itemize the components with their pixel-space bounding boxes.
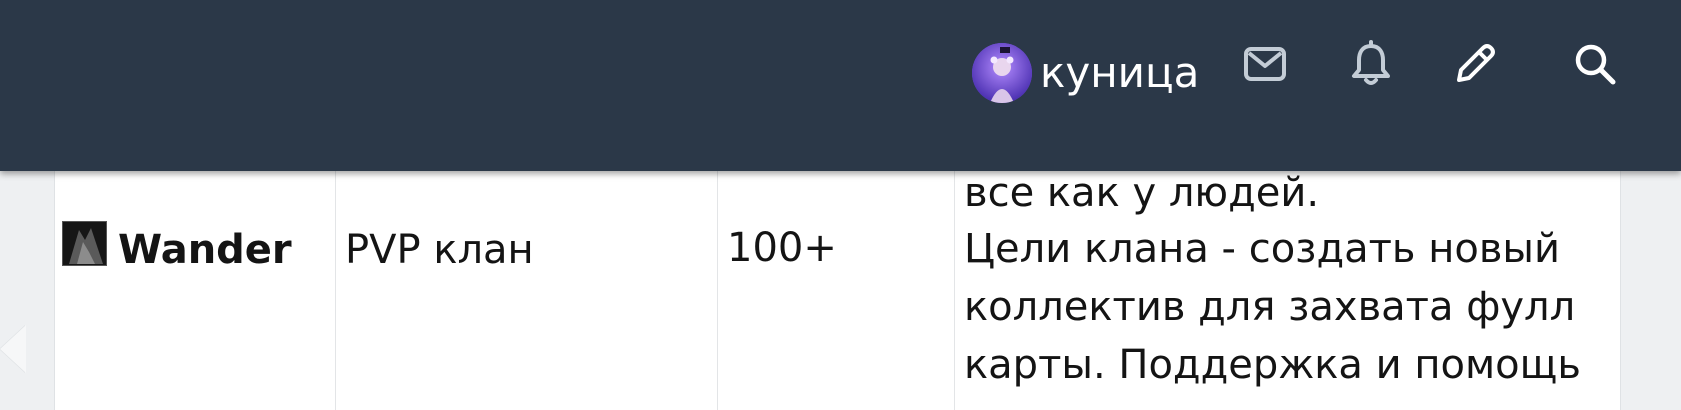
- clan-members-count: 100+: [727, 225, 837, 271]
- username[interactable]: куница: [1040, 43, 1199, 103]
- description-line: все как у людей.: [964, 170, 1320, 216]
- envelope-icon[interactable]: [1241, 40, 1289, 88]
- description-line: Цели клана - создать новый: [964, 226, 1560, 272]
- search-icon[interactable]: [1571, 40, 1619, 88]
- clan-type: PVP клан: [345, 227, 534, 273]
- description-line: коллектив для захвата фулл: [964, 284, 1576, 330]
- top-navigation-bar: куница: [0, 0, 1681, 171]
- clan-emblem-icon: [62, 221, 107, 266]
- pencil-icon[interactable]: [1451, 40, 1499, 88]
- clan-name[interactable]: Wander: [118, 221, 292, 279]
- avatar[interactable]: [972, 43, 1032, 103]
- bell-icon[interactable]: [1347, 40, 1395, 88]
- description-line: карты. Поддержка и помощь: [964, 342, 1581, 388]
- user-account-link[interactable]: куница: [972, 43, 1199, 103]
- sidebar-toggle-tab[interactable]: [0, 325, 26, 373]
